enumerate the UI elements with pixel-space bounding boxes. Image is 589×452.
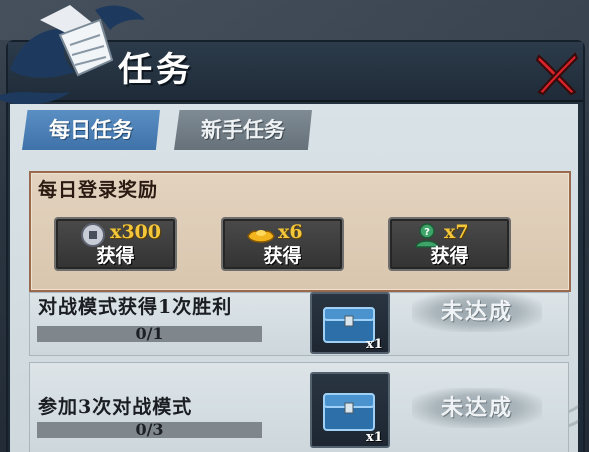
- svg-text:?: ?: [424, 227, 430, 238]
- close-icon[interactable]: [533, 48, 581, 96]
- login-reward-title: 每日登录奖励: [38, 179, 159, 201]
- task-status-button[interactable]: 未达成: [412, 388, 542, 428]
- reward-label-gold: 获得: [263, 245, 302, 267]
- reward-label-avatar: 获得: [430, 245, 469, 267]
- tab-newbie-tasks[interactable]: 新手任务: [174, 110, 312, 150]
- task-name: 对战模式获得1次胜利: [38, 296, 233, 318]
- reward-quantity: x1: [366, 430, 383, 445]
- reward-amount-coin: x300: [110, 221, 161, 243]
- reward-amount-avatar: x7: [444, 221, 469, 243]
- reward-quantity: x1: [366, 337, 383, 352]
- task-name: 参加3次对战模式: [38, 396, 193, 418]
- page-title: 任务: [118, 50, 194, 90]
- task-status-button[interactable]: 未达成: [412, 292, 542, 332]
- task-progress-text: 0/3: [135, 420, 164, 439]
- tab-daily-tasks[interactable]: 每日任务: [22, 110, 160, 150]
- reward-amount-gold: x6: [278, 221, 303, 243]
- task-progress-text: 0/1: [135, 324, 164, 343]
- reward-label-coin: 获得: [96, 245, 135, 267]
